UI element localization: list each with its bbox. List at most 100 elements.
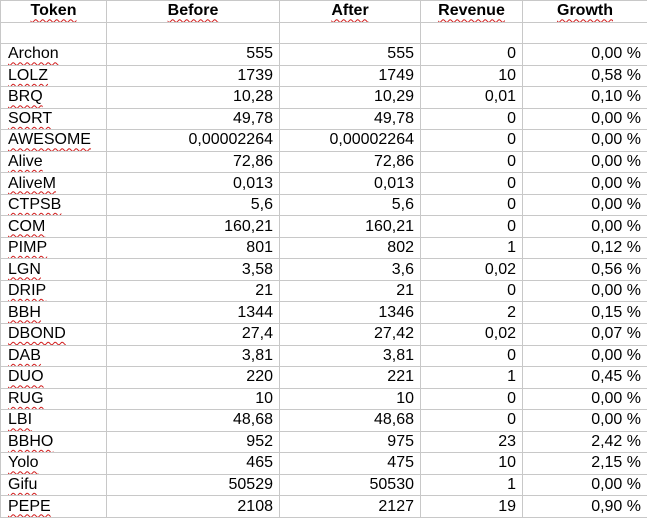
cell-revenue[interactable]: 0	[420, 344, 523, 368]
cell-growth[interactable]: 0,00 %	[522, 107, 647, 131]
cell-token[interactable]: Gifu	[0, 473, 107, 497]
spreadsheet-grid[interactable]: Token Before After Revenue Growth Archon…	[0, 0, 647, 518]
cell-before[interactable]: 160,21	[106, 215, 280, 238]
cell-revenue[interactable]: 0	[420, 409, 523, 432]
cell-growth[interactable]: 0,00 %	[522, 387, 647, 411]
cell-after[interactable]: 0,00002264	[279, 129, 421, 152]
cell-revenue[interactable]: 23	[420, 430, 523, 454]
cell-before[interactable]: 72,86	[106, 150, 280, 174]
cell-token[interactable]: DAB	[0, 344, 107, 368]
cell-before[interactable]: 3,58	[106, 258, 280, 281]
cell-before[interactable]: 0,00002264	[106, 129, 280, 152]
cell-growth[interactable]: 0,00 %	[522, 344, 647, 368]
cell-token[interactable]: CTPSB	[0, 193, 107, 217]
cell-token[interactable]: SORT	[0, 107, 107, 131]
cell-revenue[interactable]: 0,01	[420, 86, 523, 109]
cell-after[interactable]: 3,6	[279, 258, 421, 281]
cell-before[interactable]: 220	[106, 366, 280, 389]
cell-after[interactable]: 1749	[279, 64, 421, 88]
cell-revenue[interactable]: 0	[420, 43, 523, 66]
cell-revenue[interactable]: 2	[420, 301, 523, 324]
cell-growth[interactable]: 2,42 %	[522, 430, 647, 454]
cell-revenue[interactable]: 0	[420, 172, 523, 195]
cell-after[interactable]: 21	[279, 279, 421, 303]
cell-after[interactable]: 975	[279, 430, 421, 454]
cell-after[interactable]: 1346	[279, 301, 421, 324]
empty-cell[interactable]	[106, 21, 280, 45]
cell-before[interactable]: 0,013	[106, 172, 280, 195]
cell-before[interactable]: 21	[106, 279, 280, 303]
cell-token[interactable]: AWESOME	[0, 129, 107, 152]
cell-after[interactable]: 160,21	[279, 215, 421, 238]
cell-before[interactable]: 50529	[106, 473, 280, 497]
cell-revenue[interactable]: 1	[420, 236, 523, 260]
cell-token[interactable]: PEPE	[0, 495, 107, 518]
cell-growth[interactable]: 0,00 %	[522, 473, 647, 497]
cell-token[interactable]: PIMP	[0, 236, 107, 260]
cell-after[interactable]: 50530	[279, 473, 421, 497]
cell-growth[interactable]: 0,00 %	[522, 172, 647, 195]
cell-token[interactable]: LOLZ	[0, 64, 107, 88]
cell-before[interactable]: 1739	[106, 64, 280, 88]
cell-revenue[interactable]: 0	[420, 193, 523, 217]
cell-growth[interactable]: 0,45 %	[522, 366, 647, 389]
header-cell-before[interactable]: Before	[106, 0, 280, 23]
cell-after[interactable]: 48,68	[279, 409, 421, 432]
cell-before[interactable]: 1344	[106, 301, 280, 324]
cell-after[interactable]: 10	[279, 387, 421, 411]
cell-before[interactable]: 48,68	[106, 409, 280, 432]
cell-growth[interactable]: 0,00 %	[522, 150, 647, 174]
cell-after[interactable]: 555	[279, 43, 421, 66]
cell-growth[interactable]: 0,00 %	[522, 279, 647, 303]
cell-before[interactable]: 555	[106, 43, 280, 66]
cell-growth[interactable]: 0,15 %	[522, 301, 647, 324]
cell-growth[interactable]: 0,00 %	[522, 409, 647, 432]
cell-token[interactable]: Yolo	[0, 452, 107, 475]
cell-before[interactable]: 10	[106, 387, 280, 411]
header-cell-growth[interactable]: Growth	[522, 0, 647, 23]
cell-after[interactable]: 0,013	[279, 172, 421, 195]
cell-token[interactable]: BRQ	[0, 86, 107, 109]
cell-token[interactable]: Alive	[0, 150, 107, 174]
cell-before[interactable]: 952	[106, 430, 280, 454]
cell-growth[interactable]: 0,12 %	[522, 236, 647, 260]
cell-growth[interactable]: 0,90 %	[522, 495, 647, 518]
empty-cell[interactable]	[420, 21, 523, 45]
cell-token[interactable]: DUO	[0, 366, 107, 389]
cell-growth[interactable]: 0,10 %	[522, 86, 647, 109]
cell-revenue[interactable]: 0,02	[420, 322, 523, 346]
cell-after[interactable]: 802	[279, 236, 421, 260]
cell-revenue[interactable]: 0	[420, 129, 523, 152]
cell-before[interactable]: 801	[106, 236, 280, 260]
cell-growth[interactable]: 0,00 %	[522, 129, 647, 152]
cell-revenue[interactable]: 1	[420, 473, 523, 497]
cell-revenue[interactable]: 10	[420, 64, 523, 88]
cell-after[interactable]: 221	[279, 366, 421, 389]
cell-growth[interactable]: 0,58 %	[522, 64, 647, 88]
cell-token[interactable]: BBHO	[0, 430, 107, 454]
cell-growth[interactable]: 0,00 %	[522, 215, 647, 238]
cell-before[interactable]: 2108	[106, 495, 280, 518]
cell-before[interactable]: 465	[106, 452, 280, 475]
cell-growth[interactable]: 0,07 %	[522, 322, 647, 346]
cell-revenue[interactable]: 19	[420, 495, 523, 518]
empty-cell[interactable]	[522, 21, 647, 45]
cell-after[interactable]: 72,86	[279, 150, 421, 174]
cell-after[interactable]: 3,81	[279, 344, 421, 368]
cell-growth[interactable]: 2,15 %	[522, 452, 647, 475]
cell-before[interactable]: 27,4	[106, 322, 280, 346]
cell-revenue[interactable]: 0,02	[420, 258, 523, 281]
cell-revenue[interactable]: 1	[420, 366, 523, 389]
cell-token[interactable]: Archon	[0, 43, 107, 66]
cell-revenue[interactable]: 0	[420, 150, 523, 174]
cell-growth[interactable]: 0,00 %	[522, 43, 647, 66]
header-cell-token[interactable]: Token	[0, 0, 107, 23]
cell-after[interactable]: 27,42	[279, 322, 421, 346]
cell-revenue[interactable]: 0	[420, 107, 523, 131]
cell-revenue[interactable]: 0	[420, 215, 523, 238]
cell-before[interactable]: 5,6	[106, 193, 280, 217]
cell-after[interactable]: 2127	[279, 495, 421, 518]
cell-token[interactable]: DRIP	[0, 279, 107, 303]
cell-revenue[interactable]: 0	[420, 279, 523, 303]
cell-after[interactable]: 49,78	[279, 107, 421, 131]
